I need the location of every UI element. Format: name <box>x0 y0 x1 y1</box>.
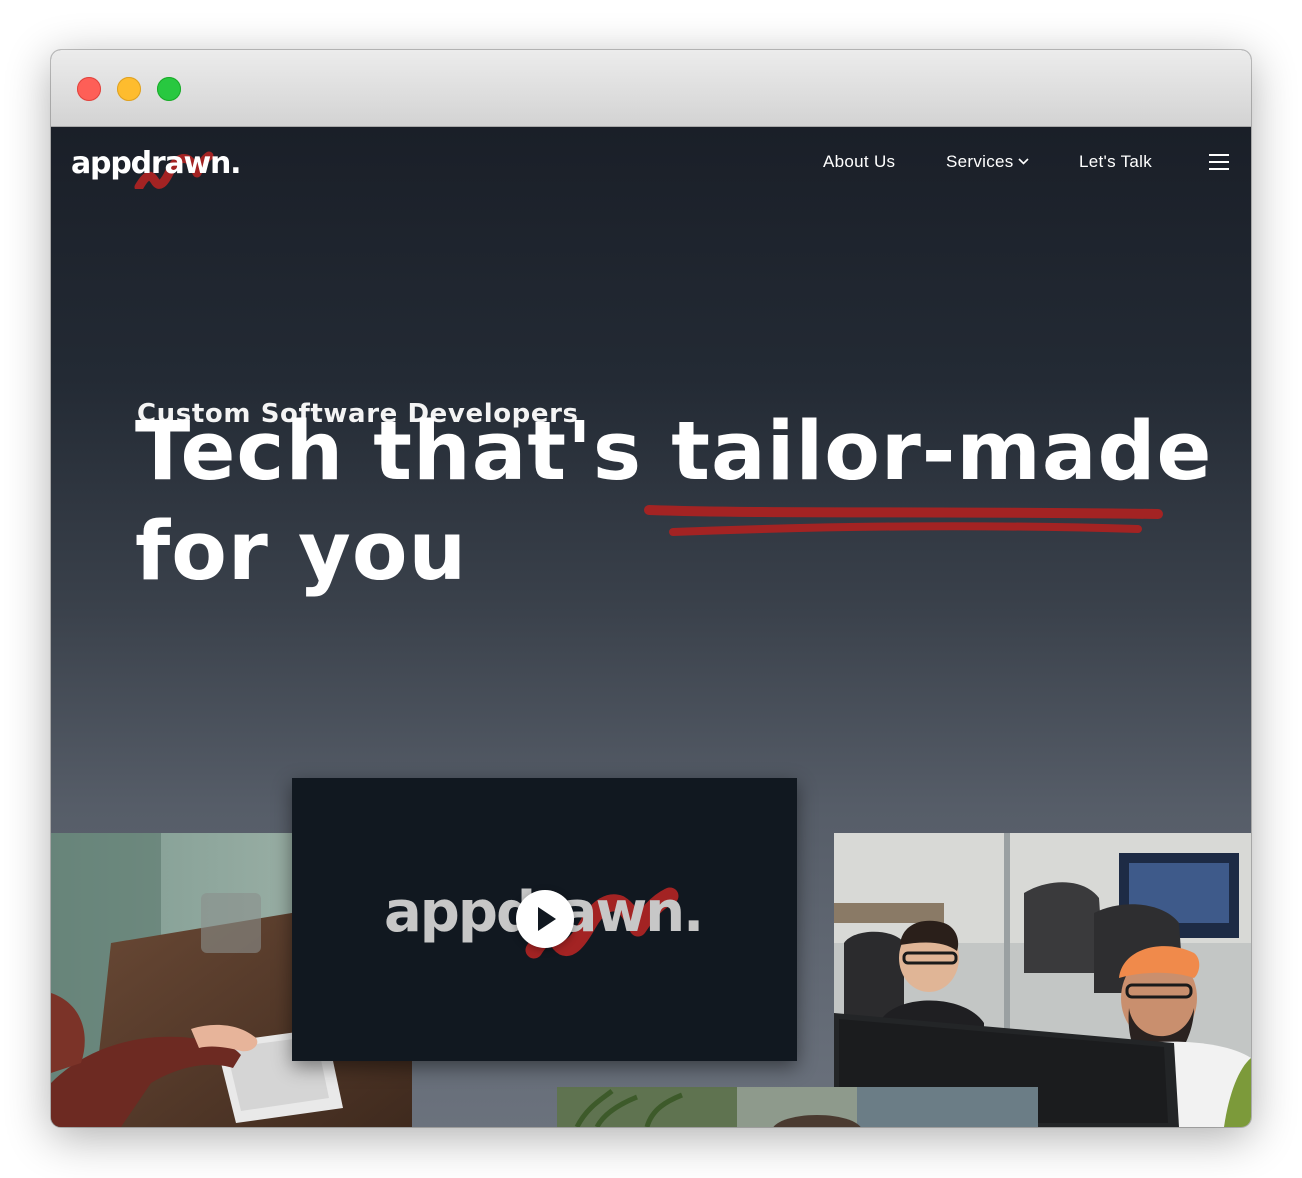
developers-photo-image <box>834 833 1251 1127</box>
headline-part-1: Tech that's <box>135 405 672 499</box>
office-photo-plants <box>557 1087 1038 1127</box>
play-button[interactable] <box>516 890 574 948</box>
headline-line-1: Tech that's tailor-made <box>135 402 1212 502</box>
logo-text: appdrawn. <box>71 146 242 181</box>
window-zoom-button[interactable] <box>157 77 181 101</box>
brush-underline-icon <box>644 505 1163 536</box>
play-icon <box>538 907 556 931</box>
intro-video-player[interactable]: appdrawn. <box>292 778 797 1061</box>
nav-about-us[interactable]: About Us <box>823 152 895 172</box>
nav-lets-talk[interactable]: Let's Talk <box>1079 152 1152 172</box>
nav-services-label: Services <box>946 152 1014 171</box>
browser-window: appdrawn. About Us Services Let's Talk C… <box>51 50 1251 1127</box>
hamburger-menu-icon[interactable] <box>1209 154 1233 174</box>
website-viewport: appdrawn. About Us Services Let's Talk C… <box>51 127 1251 1127</box>
window-minimize-button[interactable] <box>117 77 141 101</box>
nav-services[interactable]: Services <box>946 152 1029 172</box>
site-header: appdrawn. About Us Services Let's Talk <box>51 127 1251 202</box>
office-photo-developers <box>834 833 1251 1127</box>
chevron-down-icon <box>1018 157 1029 165</box>
window-close-button[interactable] <box>77 77 101 101</box>
window-titlebar <box>51 50 1251 127</box>
plants-photo-image <box>557 1087 1038 1127</box>
headline-highlight: tailor-made <box>671 405 1213 499</box>
site-logo[interactable]: appdrawn. <box>71 139 242 189</box>
